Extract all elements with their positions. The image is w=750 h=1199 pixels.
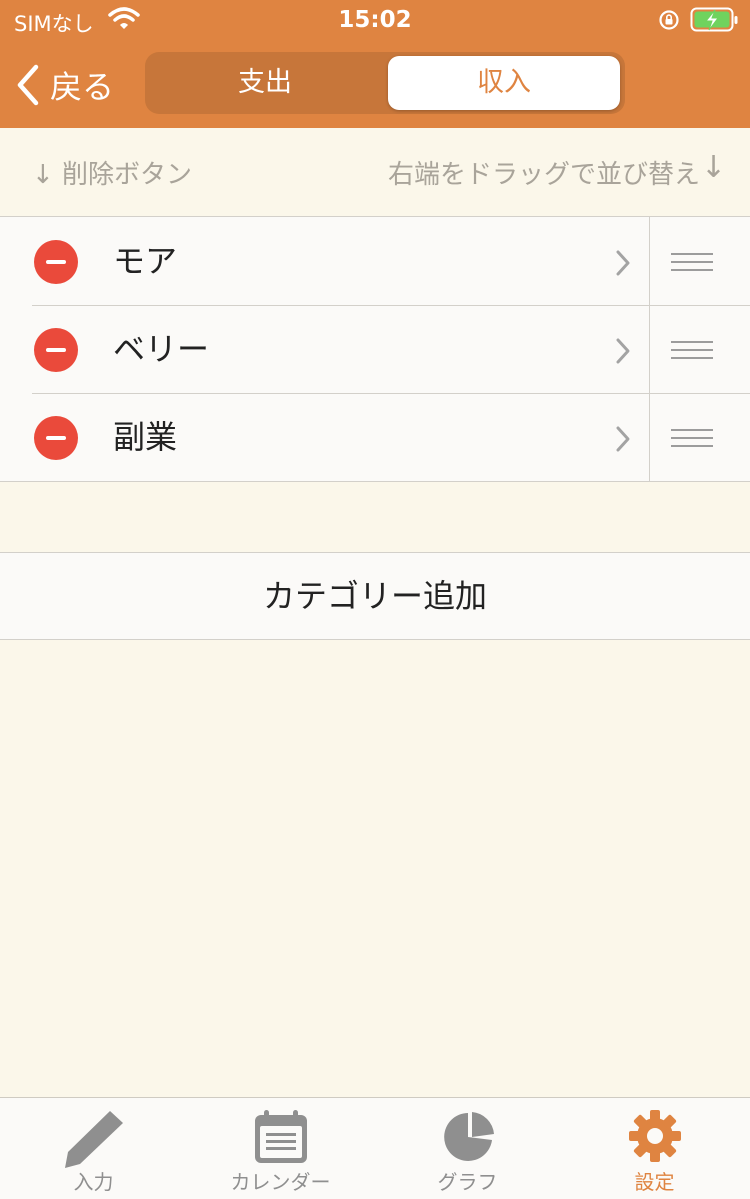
delete-minus-icon[interactable] <box>34 240 78 284</box>
segment-expense[interactable]: 支出 <box>149 56 381 110</box>
pie-chart-icon <box>444 1112 494 1161</box>
tab-bar: 入力 カレンダー グラフ 設定 <box>0 1097 750 1199</box>
chevron-right-icon <box>616 426 630 452</box>
category-row[interactable]: ベリー <box>0 305 750 393</box>
gear-icon <box>629 1110 681 1162</box>
category-label: ベリー <box>113 330 210 368</box>
reorder-handle-icon[interactable] <box>649 305 750 393</box>
rotation-lock-icon <box>658 9 680 35</box>
chevron-right-icon <box>616 250 630 276</box>
tab-calendar[interactable]: カレンダー <box>187 1098 374 1199</box>
reorder-handle-icon[interactable] <box>649 393 750 481</box>
tab-input[interactable]: 入力 <box>0 1098 187 1199</box>
battery-icon <box>690 6 740 38</box>
tab-label: グラフ <box>437 1170 498 1194</box>
category-list: モア ベリー 副業 <box>0 216 750 482</box>
add-category-button[interactable]: カテゴリー追加 <box>0 552 750 640</box>
back-button[interactable]: 戻る <box>16 60 114 110</box>
clock: 15:02 <box>338 7 412 33</box>
expense-income-segmented-control: 支出 収入 <box>145 52 625 114</box>
category-label: 副業 <box>113 418 178 456</box>
category-label: モア <box>113 242 178 280</box>
tab-label: 入力 <box>73 1170 114 1194</box>
category-row[interactable]: モア <box>0 217 750 305</box>
status-bar: SIMなし 15:02 <box>0 0 750 42</box>
header: SIMなし 15:02 戻る 支出 収入 <box>0 0 750 128</box>
reorder-handle-icon[interactable] <box>649 217 750 305</box>
chevron-right-icon <box>616 338 630 364</box>
chevron-left-icon <box>17 64 39 106</box>
reorder-hint: 右端をドラッグで並び替え <box>387 160 700 190</box>
segment-income[interactable]: 収入 <box>388 56 620 110</box>
tab-settings[interactable]: 設定 <box>561 1098 748 1199</box>
back-label: 戻る <box>50 68 115 106</box>
tab-label: カレンダー <box>230 1170 331 1194</box>
delete-minus-icon[interactable] <box>34 416 78 460</box>
reorder-hint-arrow: ↓ <box>700 150 726 185</box>
tab-graph[interactable]: グラフ <box>374 1098 561 1199</box>
edit-hint-bar: ↓ 削除ボタン 右端をドラッグで並び替え ↓ <box>0 128 750 216</box>
delete-minus-icon[interactable] <box>34 328 78 372</box>
pencil-icon <box>65 1111 123 1168</box>
delete-hint: ↓ 削除ボタン <box>32 160 193 190</box>
calendar-icon <box>255 1110 307 1163</box>
category-row[interactable]: 副業 <box>0 393 750 481</box>
tab-label: 設定 <box>634 1170 675 1194</box>
